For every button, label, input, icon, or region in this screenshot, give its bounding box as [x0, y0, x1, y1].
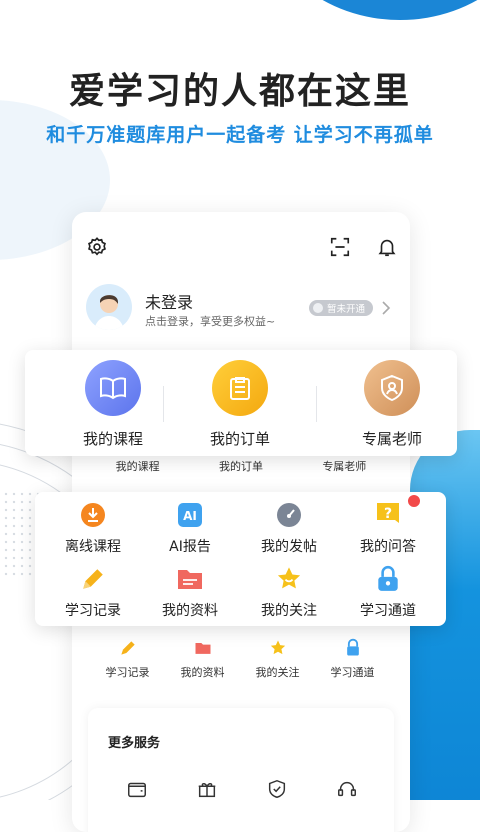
tool-ai-report[interactable]: AI AI报告	[140, 500, 240, 556]
scan-icon[interactable]	[327, 234, 353, 260]
main-action-my-orders[interactable]: 我的订单	[185, 360, 295, 449]
divider	[163, 386, 164, 422]
main-action-my-courses[interactable]: 我的课程	[58, 360, 168, 449]
inner-action-label[interactable]: 我的课程	[116, 458, 160, 474]
more-services-title: 更多服务	[108, 736, 161, 751]
tool-label: 离线课程	[65, 539, 121, 555]
login-hint: 点击登录，享受更多权益~	[145, 315, 276, 328]
avatar[interactable]	[86, 284, 132, 330]
tool-study-channel[interactable]: 学习通道	[338, 564, 438, 620]
tool-label: 我的问答	[360, 539, 416, 555]
tool-label: 我的发帖	[261, 539, 317, 555]
inner-main-actions: 我的课程 我的订单 专属老师	[86, 458, 396, 474]
tool-my-posts[interactable]: 我的发帖	[239, 500, 339, 556]
lock-icon	[373, 564, 403, 594]
vip-status-badge[interactable]: 暂未开通	[309, 300, 374, 316]
main-actions-card: 我的课程 我的订单 专属老师	[25, 350, 457, 456]
lock-icon	[346, 638, 359, 656]
book-icon	[85, 360, 141, 416]
tool-label: 我的资料	[162, 603, 218, 619]
download-icon	[78, 500, 108, 530]
more-services-panel: 更多服务	[88, 708, 394, 832]
inner-tool-item[interactable]: 学习记录	[93, 638, 163, 680]
tool-my-follows[interactable]: 我的关注	[239, 564, 339, 620]
hero-subtitle: 和千万准题库用户一起备考 让学习不再孤单	[46, 124, 434, 146]
folder-icon	[175, 564, 205, 594]
inner-tool-item[interactable]: 我的资料	[168, 638, 238, 680]
inner-tool-item[interactable]: 学习通道	[318, 638, 388, 680]
inner-tool-label: 我的关注	[255, 666, 300, 679]
tool-my-materials[interactable]: 我的资料	[140, 564, 240, 620]
tool-label: 我的关注	[261, 603, 317, 619]
inner-action-label[interactable]: 我的订单	[219, 458, 263, 474]
tool-my-qa[interactable]: ? 我的问答	[338, 500, 438, 556]
inner-tool-item[interactable]: 我的关注	[243, 638, 313, 680]
inner-tools-row: 学习记录 我的资料 我的关注 学习通道	[90, 638, 390, 680]
pencil-icon	[78, 564, 108, 594]
svg-text:?: ?	[384, 506, 392, 522]
main-action-label: 我的订单	[209, 430, 270, 448]
tool-label: 学习记录	[65, 603, 121, 619]
question-icon: ?	[373, 500, 403, 530]
tool-offline-courses[interactable]: 离线课程	[43, 500, 143, 556]
inner-action-label[interactable]: 专属老师	[322, 458, 366, 474]
inner-tool-label: 我的资料	[180, 666, 225, 679]
shield-icon[interactable]	[266, 778, 288, 804]
tool-study-record[interactable]: 学习记录	[43, 564, 143, 620]
clipboard-icon	[212, 360, 268, 416]
vip-status-label: 暂未开通	[327, 304, 366, 315]
headset-icon[interactable]	[336, 778, 358, 804]
svg-text:AI: AI	[183, 509, 197, 523]
login-title[interactable]: 未登录	[145, 289, 193, 313]
divider	[316, 386, 317, 422]
background-blob	[260, 0, 480, 20]
main-action-teacher[interactable]: 专属老师	[337, 360, 447, 449]
vip-icon	[313, 303, 323, 313]
wallet-icon[interactable]	[126, 778, 148, 804]
main-action-label: 专属老师	[361, 430, 422, 448]
inner-tool-label: 学习通道	[330, 666, 375, 679]
chevron-right-icon[interactable]	[379, 300, 393, 316]
gauge-icon	[274, 500, 304, 530]
notification-dot	[406, 493, 422, 509]
inner-tool-label: 学习记录	[105, 666, 150, 679]
teacher-badge-icon	[364, 360, 420, 416]
gift-icon[interactable]	[196, 778, 218, 804]
tool-label: 学习通道	[360, 603, 416, 619]
tools-grid-card: 离线课程 AI AI报告 我的发帖 ? 我的问答 学习记录 我的资料 我的关注 …	[35, 492, 446, 626]
star-icon	[274, 564, 304, 594]
ai-icon: AI	[175, 500, 205, 530]
more-services-icons	[102, 778, 382, 804]
main-action-label: 我的课程	[82, 430, 143, 448]
pencil-icon	[120, 641, 135, 655]
bell-icon[interactable]	[374, 234, 400, 260]
star-icon	[270, 640, 285, 655]
hero-title: 爱学习的人都在这里	[68, 71, 411, 112]
tool-label: AI报告	[169, 539, 211, 555]
settings-gear-icon[interactable]	[84, 234, 110, 260]
folder-icon	[195, 643, 210, 654]
